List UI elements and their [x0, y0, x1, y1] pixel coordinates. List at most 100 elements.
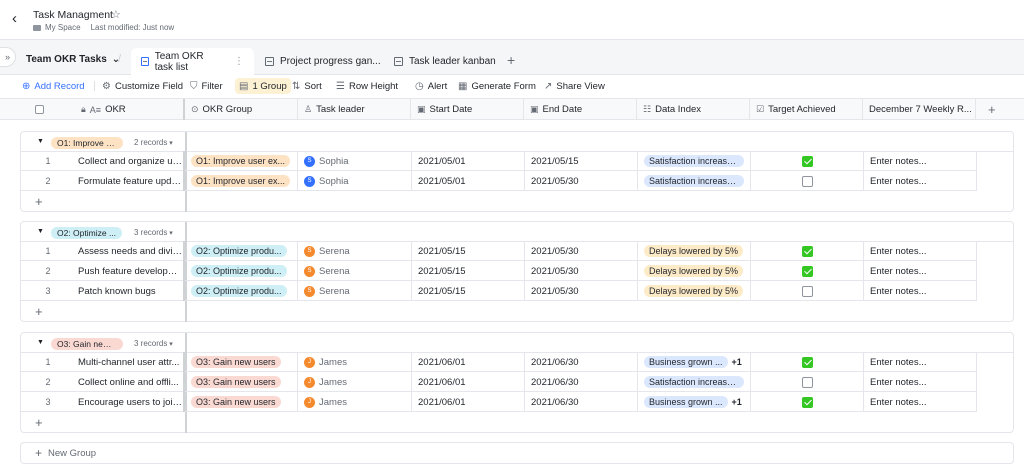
okr-group-cell[interactable]: O3: Gain new users — [185, 372, 298, 392]
target-achieved-checkbox[interactable] — [801, 396, 813, 408]
column-header-end-date[interactable]: ▣ End Date — [524, 99, 637, 120]
okr-group-cell[interactable]: O3: Gain new users — [185, 392, 298, 412]
target-achieved-cell[interactable] — [751, 261, 864, 281]
add-record-button[interactable]: ⊕ Add Record — [22, 78, 85, 94]
column-header-start-date[interactable]: ▣ Start Date — [411, 99, 524, 120]
sort-button[interactable]: ⇅ Sort — [292, 78, 322, 94]
start-date-cell[interactable]: 2021/05/15 — [412, 281, 525, 301]
end-date-cell[interactable]: 2021/06/30 — [525, 352, 638, 372]
filter-button[interactable]: ⛉ Filter — [190, 78, 223, 94]
back-arrow-icon[interactable]: ‹ — [12, 11, 22, 26]
select-all-checkbox-cell[interactable] — [0, 99, 75, 120]
column-header-okr-group[interactable]: ⊙ OKR Group — [185, 99, 298, 120]
target-achieved-cell[interactable] — [751, 151, 864, 171]
data-index-cell[interactable]: Delays lowered by 5% — [638, 261, 751, 281]
target-achieved-cell[interactable] — [751, 171, 864, 191]
tab-task-leader-kanban[interactable]: Task leader kanban — [384, 48, 506, 75]
data-index-cell[interactable]: Delays lowered by 5% — [638, 281, 751, 301]
end-date-cell[interactable]: 2021/05/30 — [525, 281, 638, 301]
tab-more-icon[interactable]: ⋮ — [234, 56, 244, 67]
okr-cell[interactable]: Multi-channel user attr... — [63, 352, 185, 372]
table-row[interactable]: 3 Patch known bugs O2: Optimize produ... S S… — [21, 281, 977, 301]
target-achieved-checkbox[interactable] — [801, 175, 813, 187]
data-index-cell[interactable]: Satisfaction increase... — [638, 372, 751, 392]
customize-field-button[interactable]: ⚙ Customize Field — [102, 78, 183, 94]
task-leader-cell[interactable]: S Sophia — [298, 171, 412, 191]
column-header-okr[interactable]: 🔒︎ A≡ OKR — [75, 99, 185, 120]
okr-cell[interactable]: Formulate feature upda... — [63, 171, 185, 191]
weekly-notes-cell[interactable]: Enter notes... — [864, 151, 977, 171]
weekly-notes-cell[interactable]: Enter notes... — [864, 392, 977, 412]
data-index-cell[interactable]: Satisfaction increase... — [638, 171, 751, 191]
target-achieved-checkbox[interactable] — [801, 155, 813, 167]
okr-cell[interactable]: Encourage users to join... — [63, 392, 185, 412]
okr-group-cell[interactable]: O1: Improve user ex... — [185, 171, 298, 191]
end-date-cell[interactable]: 2021/05/30 — [525, 241, 638, 261]
add-field-icon[interactable]: + — [988, 102, 996, 117]
task-leader-cell[interactable]: J James — [298, 372, 412, 392]
share-view-button[interactable]: ↗ Share View — [544, 78, 605, 94]
task-leader-cell[interactable]: J James — [298, 352, 412, 372]
target-achieved-cell[interactable] — [751, 372, 864, 392]
okr-cell[interactable]: Assess needs and divid... — [63, 241, 185, 261]
add-row-icon[interactable]: + — [35, 415, 43, 430]
weekly-notes-cell[interactable]: Enter notes... — [864, 241, 977, 261]
add-row-icon[interactable]: + — [35, 304, 43, 319]
collapse-caret-icon[interactable]: ▼ — [37, 228, 44, 235]
new-group-button[interactable]: + New Group — [20, 442, 1014, 464]
end-date-cell[interactable]: 2021/05/30 — [525, 261, 638, 281]
generate-form-button[interactable]: ▦ Generate Form — [458, 78, 536, 94]
column-header-data-index[interactable]: ☷ Data Index — [637, 99, 750, 120]
table-row[interactable]: 1 Assess needs and divid... O2: Optimize p… — [21, 241, 977, 261]
start-date-cell[interactable]: 2021/06/01 — [412, 352, 525, 372]
data-index-cell[interactable]: Business grown ... +1 — [638, 352, 751, 372]
data-index-cell[interactable]: Business grown ... +1 — [638, 392, 751, 412]
target-achieved-cell[interactable] — [751, 392, 864, 412]
group-button[interactable]: ▤ 1 Group — [235, 78, 291, 94]
okr-group-cell[interactable]: O2: Optimize produ... — [185, 261, 298, 281]
target-achieved-checkbox[interactable] — [801, 285, 813, 297]
start-date-cell[interactable]: 2021/05/01 — [412, 171, 525, 191]
task-leader-cell[interactable]: J James — [298, 392, 412, 412]
start-date-cell[interactable]: 2021/06/01 — [412, 372, 525, 392]
target-achieved-cell[interactable] — [751, 281, 864, 301]
data-index-cell[interactable]: Satisfaction increase... — [638, 151, 751, 171]
okr-group-cell[interactable]: O2: Optimize produ... — [185, 281, 298, 301]
end-date-cell[interactable]: 2021/05/30 — [525, 171, 638, 191]
start-date-cell[interactable]: 2021/05/15 — [412, 261, 525, 281]
weekly-notes-cell[interactable]: Enter notes... — [864, 372, 977, 392]
add-view-icon[interactable]: + — [507, 52, 515, 68]
okr-group-cell[interactable]: O1: Improve user ex... — [185, 151, 298, 171]
select-all-checkbox[interactable] — [35, 105, 44, 114]
row-height-button[interactable]: ☰ Row Height — [336, 78, 398, 94]
start-date-cell[interactable]: 2021/05/01 — [412, 151, 525, 171]
expand-sidebar-icon[interactable]: » — [0, 47, 16, 67]
collapse-caret-icon[interactable]: ▼ — [37, 339, 44, 346]
collapse-caret-icon[interactable]: ▼ — [37, 138, 44, 145]
target-achieved-checkbox[interactable] — [801, 376, 813, 388]
task-leader-cell[interactable]: S Serena — [298, 261, 412, 281]
weekly-notes-cell[interactable]: Enter notes... — [864, 261, 977, 281]
group-record-count[interactable]: 3 records — [134, 339, 173, 348]
start-date-cell[interactable]: 2021/05/15 — [412, 241, 525, 261]
column-header-target-achieved[interactable]: ☑ Target Achieved — [750, 99, 863, 120]
data-index-cell[interactable]: Delays lowered by 5% — [638, 241, 751, 261]
table-row[interactable]: 1 Collect and organize us... O1: Improve u… — [21, 151, 977, 171]
okr-cell[interactable]: Patch known bugs — [63, 281, 185, 301]
end-date-cell[interactable]: 2021/06/30 — [525, 372, 638, 392]
target-achieved-checkbox[interactable] — [801, 356, 813, 368]
target-achieved-cell[interactable] — [751, 241, 864, 261]
weekly-notes-cell[interactable]: Enter notes... — [864, 352, 977, 372]
okr-cell[interactable]: Collect online and offli... — [63, 372, 185, 392]
start-date-cell[interactable]: 2021/06/01 — [412, 392, 525, 412]
table-row[interactable]: 1 Multi-channel user attr... O3: Gain new … — [21, 352, 977, 372]
okr-group-cell[interactable]: O2: Optimize produ... — [185, 241, 298, 261]
weekly-notes-cell[interactable]: Enter notes... — [864, 281, 977, 301]
table-row[interactable]: 3 Encourage users to join... O3: Gain new … — [21, 392, 977, 412]
target-achieved-checkbox[interactable] — [801, 245, 813, 257]
okr-group-cell[interactable]: O3: Gain new users — [185, 352, 298, 372]
group-record-count[interactable]: 3 records — [134, 228, 173, 237]
task-leader-cell[interactable]: S Sophia — [298, 151, 412, 171]
end-date-cell[interactable]: 2021/06/30 — [525, 392, 638, 412]
table-row[interactable]: 2 Push feature developm... O2: Optimize pr… — [21, 261, 977, 281]
